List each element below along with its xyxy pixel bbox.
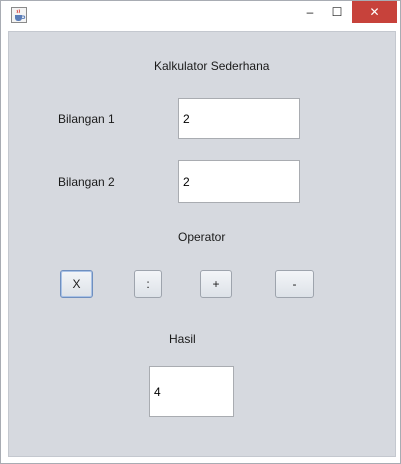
close-icon: ✕ bbox=[369, 5, 380, 19]
close-button[interactable]: ✕ bbox=[352, 1, 397, 23]
add-button[interactable]: + bbox=[200, 270, 232, 298]
divide-button[interactable]: : bbox=[134, 270, 162, 298]
bilangan2-label: Bilangan 2 bbox=[58, 175, 115, 189]
page-title: Kalkulator Sederhana bbox=[154, 59, 270, 73]
hasil-field[interactable]: 4 bbox=[149, 366, 234, 417]
bilangan1-field[interactable]: 2 bbox=[178, 98, 300, 139]
operator-label: Operator bbox=[178, 230, 226, 244]
hasil-label: Hasil bbox=[169, 332, 196, 346]
bilangan2-field[interactable]: 2 bbox=[178, 160, 300, 203]
minimize-icon: – bbox=[306, 5, 314, 19]
calculator-panel: Kalkulator Sederhana Bilangan 1 2 Bilang… bbox=[8, 31, 396, 457]
title-bar[interactable]: – ☐ ✕ bbox=[1, 1, 400, 29]
bilangan1-label: Bilangan 1 bbox=[58, 112, 115, 126]
subtract-button[interactable]: - bbox=[275, 270, 314, 298]
java-cup-icon bbox=[11, 7, 27, 23]
minimize-button[interactable]: – bbox=[297, 1, 323, 23]
multiply-button[interactable]: X bbox=[60, 270, 93, 298]
calculator-window: – ☐ ✕ Kalkulator Sederhana Bilangan 1 2 … bbox=[0, 0, 401, 464]
maximize-icon: ☐ bbox=[331, 5, 343, 19]
maximize-button[interactable]: ☐ bbox=[324, 1, 350, 23]
